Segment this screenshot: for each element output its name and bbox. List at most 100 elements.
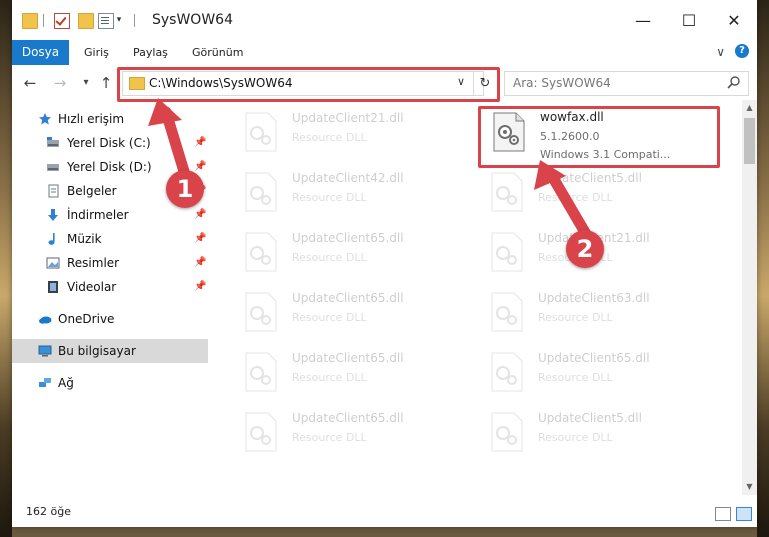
- drive-icon: [47, 164, 59, 171]
- file-item[interactable]: UpdateClient42.dll Resource DLL: [218, 166, 448, 224]
- close-button[interactable]: ✕: [711, 0, 757, 40]
- pin-icon[interactable]: 📌: [194, 251, 206, 275]
- file-item[interactable]: UpdateClient63.dll Resource DLL: [464, 286, 694, 344]
- computer-icon: [38, 345, 52, 357]
- scrollbar-thumb[interactable]: [744, 118, 755, 164]
- properties-check-icon[interactable]: [54, 13, 70, 29]
- drive-icon: [47, 137, 59, 147]
- file-item-selected[interactable]: wowfax.dll 5.1.2600.0 Windows 3.1 Compat…: [478, 106, 708, 164]
- file-item[interactable]: UpdateClient5.dll Resource DLL: [464, 406, 694, 464]
- file-type: Resource DLL: [538, 311, 613, 324]
- item-count: 162 öğe: [26, 505, 71, 518]
- sidebar-item-label: Bu bilgisayar: [58, 344, 136, 358]
- scroll-up-icon[interactable]: ▲: [742, 100, 757, 116]
- properties-icon[interactable]: [98, 13, 114, 29]
- window-title: SysWOW64: [152, 12, 233, 28]
- sidebar-item-onedrive[interactable]: OneDrive: [12, 307, 208, 331]
- sidebar-item-local-disk-c[interactable]: Yerel Disk (C:) 📌: [12, 131, 208, 155]
- sidebar-item-quick-access[interactable]: Hızlı erişim: [12, 107, 208, 131]
- dll-file-icon: [491, 352, 523, 392]
- file-version: 5.1.2600.0: [540, 130, 600, 143]
- video-icon: [48, 281, 58, 293]
- sidebar-item-pictures[interactable]: Resimler 📌: [12, 251, 208, 275]
- title-bar: ▾ SysWOW64 — ☐ ✕: [12, 0, 757, 40]
- address-bar[interactable]: C:\Windows\SysWOW64 ∨ ↻: [122, 71, 490, 96]
- refresh-button[interactable]: ↻: [473, 72, 496, 95]
- sidebar-item-videos[interactable]: Videolar 📌: [12, 275, 208, 299]
- pin-icon[interactable]: 📌: [194, 203, 206, 227]
- status-bar: 162 öğe: [12, 497, 757, 527]
- sidebar-item-music[interactable]: Müzik 📌: [12, 227, 208, 251]
- file-type: Resource DLL: [538, 371, 613, 384]
- file-name: UpdateClient65.dll: [292, 291, 404, 305]
- dll-file-icon: [245, 412, 277, 452]
- pin-icon[interactable]: 📌: [194, 227, 206, 251]
- search-icon: [727, 76, 740, 89]
- toolbar-separator: [43, 14, 44, 27]
- step-marker-1: 1: [166, 170, 204, 208]
- sidebar-item-label: OneDrive: [58, 312, 115, 326]
- tab-home[interactable]: Giriş: [84, 44, 109, 62]
- forward-button[interactable]: →: [50, 73, 70, 93]
- pin-icon[interactable]: 📌: [194, 131, 206, 155]
- file-item[interactable]: UpdateClient65.dll Resource DLL: [218, 346, 448, 404]
- folder-icon[interactable]: [22, 13, 38, 29]
- tab-file[interactable]: Dosya: [12, 40, 69, 65]
- sidebar-item-label: Yerel Disk (D:): [67, 160, 152, 174]
- sidebar-item-this-pc[interactable]: Bu bilgisayar: [12, 339, 208, 363]
- cloud-icon: [39, 316, 52, 324]
- file-item[interactable]: UpdateClient65.dll Resource DLL: [218, 406, 448, 464]
- file-name: UpdateClient21.dll: [292, 111, 404, 125]
- up-button[interactable]: ↑: [96, 73, 116, 93]
- pin-icon[interactable]: 📌: [194, 275, 206, 299]
- dll-file-icon: [493, 112, 525, 152]
- file-item[interactable]: UpdateClient65.dll Resource DLL: [218, 226, 448, 284]
- sidebar-item-label: Belgeler: [67, 184, 117, 198]
- address-path[interactable]: C:\Windows\SysWOW64: [149, 76, 293, 90]
- file-type: Resource DLL: [538, 191, 613, 204]
- sidebar-item-label: Videolar: [67, 280, 117, 294]
- file-item[interactable]: UpdateClient5.dll Resource DLL: [464, 166, 694, 224]
- maximize-button[interactable]: ☐: [666, 0, 712, 40]
- music-icon: [48, 233, 55, 245]
- desktop-background-left: [0, 0, 12, 537]
- dll-file-icon: [491, 412, 523, 452]
- folder-icon: [129, 77, 145, 90]
- new-folder-icon[interactable]: [78, 13, 94, 29]
- file-item[interactable]: UpdateClient21.dll Resource DLL: [218, 106, 448, 164]
- dll-file-icon: [491, 172, 523, 212]
- file-name: UpdateClient65.dll: [292, 231, 404, 245]
- file-type: Resource DLL: [292, 251, 367, 264]
- dll-file-icon: [245, 232, 277, 272]
- back-button[interactable]: ←: [20, 73, 40, 93]
- expand-ribbon-icon[interactable]: ∨: [716, 45, 725, 59]
- file-type: Resource DLL: [292, 311, 367, 324]
- customize-toolbar-icon[interactable]: ▾: [114, 14, 124, 26]
- recent-locations-icon[interactable]: ▾: [76, 73, 96, 93]
- file-item[interactable]: UpdateClient65.dll Resource DLL: [464, 346, 694, 404]
- search-input[interactable]: Ara: SysWOW64: [504, 71, 749, 96]
- sidebar-item-label: Yerel Disk (C:): [67, 136, 151, 150]
- minimize-button[interactable]: —: [620, 0, 666, 40]
- navigation-bar: ← → ▾ ↑ C:\Windows\SysWOW64 ∨ ↻ Ara: Sys…: [12, 66, 757, 100]
- sidebar-item-network[interactable]: Ağ: [12, 371, 208, 395]
- dll-file-icon: [245, 172, 277, 212]
- address-dropdown-icon[interactable]: ∨: [457, 75, 465, 88]
- file-item[interactable]: UpdateClient65.dll Resource DLL: [218, 286, 448, 344]
- sidebar-item-label: Resimler: [67, 256, 120, 270]
- dll-file-icon: [245, 352, 277, 392]
- file-name: UpdateClient5.dll: [538, 411, 642, 425]
- file-name: wowfax.dll: [540, 110, 604, 124]
- help-icon[interactable]: ?: [735, 44, 749, 58]
- vertical-scrollbar[interactable]: ▲ ▼: [742, 100, 757, 495]
- desktop-background-right: [757, 0, 769, 537]
- sidebar-item-label: Ağ: [58, 376, 74, 390]
- scroll-down-icon[interactable]: ▼: [742, 479, 757, 495]
- tab-share[interactable]: Paylaş: [133, 44, 168, 62]
- explorer-window: ▾ SysWOW64 — ☐ ✕ Dosya Giriş Paylaş Görü…: [12, 0, 757, 527]
- dll-file-icon: [491, 232, 523, 272]
- details-view-icon[interactable]: [715, 507, 731, 521]
- tiles-view-icon[interactable]: [736, 507, 752, 521]
- file-name: UpdateClient63.dll: [538, 291, 650, 305]
- tab-view[interactable]: Görünüm: [192, 44, 243, 62]
